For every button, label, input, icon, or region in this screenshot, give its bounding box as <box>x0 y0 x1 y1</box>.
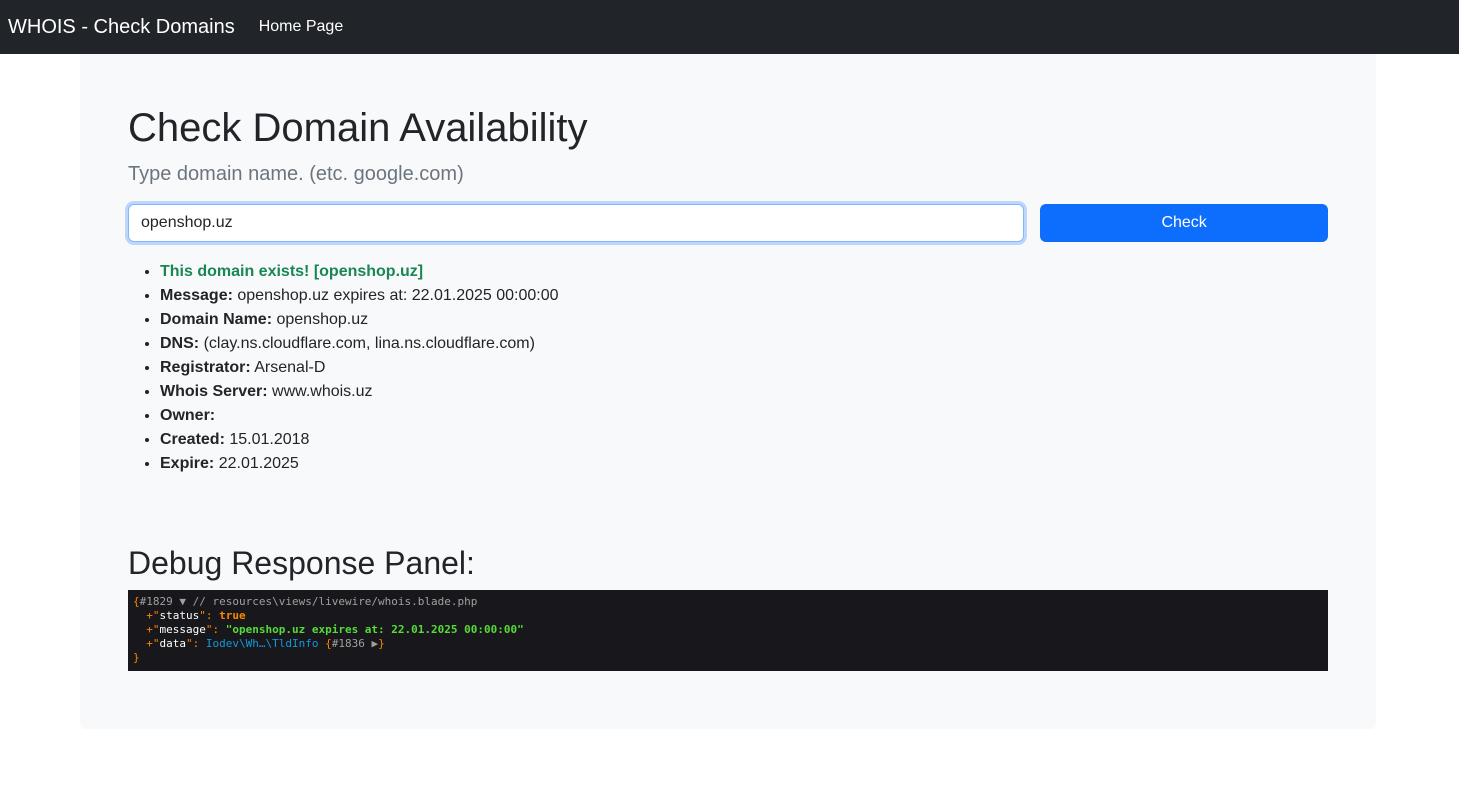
result-list: This domain exists! [openshop.uz] Messag… <box>128 260 1328 476</box>
result-status-text: This domain exists! [openshop.uz] <box>160 263 424 280</box>
result-item-expire: Expire: 22.01.2025 <box>160 452 1328 476</box>
result-value: openshop.uz expires at: 22.01.2025 00:00… <box>237 287 559 304</box>
result-item-whois-server: Whois Server: www.whois.uz <box>160 380 1328 404</box>
debug-value-message: "openshop.uz expires at: 22.01.2025 00:0… <box>225 623 524 636</box>
debug-close-brace: } <box>133 651 140 664</box>
result-label: Owner: <box>160 407 216 424</box>
debug-path-note: // resources\views/livewire/whois.blade.… <box>192 595 478 608</box>
debug-dump-panel: {#1829 ▼ // resources\views/livewire/who… <box>128 590 1328 671</box>
result-item-message: Message: openshop.uz expires at: 22.01.2… <box>160 284 1328 308</box>
debug-value-status: true <box>219 609 246 622</box>
result-value: 15.01.2018 <box>229 431 310 448</box>
result-value: 22.01.2025 <box>218 455 299 472</box>
nav-home-link[interactable]: Home Page <box>259 18 344 36</box>
debug-key-message: message <box>159 623 206 636</box>
debug-data-class: Iodev\Wh…\TldInfo <box>205 637 319 650</box>
result-item-dns: DNS: (clay.ns.cloudflare.com, lina.ns.cl… <box>160 332 1328 356</box>
result-item-created: Created: 15.01.2018 <box>160 428 1328 452</box>
debug-data-ref: #1836 <box>331 637 365 650</box>
debug-key-data: data <box>159 637 187 650</box>
result-status-item: This domain exists! [openshop.uz] <box>160 260 1328 284</box>
result-label: Message: <box>160 287 233 304</box>
result-label: Registrator: <box>160 359 251 376</box>
top-navbar: WHOIS - Check Domains Home Page <box>0 0 1459 54</box>
result-label: DNS: <box>160 335 200 352</box>
debug-open-brace: { <box>133 595 140 608</box>
debug-title: Debug Response Panel: <box>128 545 475 581</box>
result-value: (clay.ns.cloudflare.com, lina.ns.cloudfl… <box>203 335 535 352</box>
result-label: Domain Name: <box>160 311 273 328</box>
result-item-registrator: Registrator: Arsenal-D <box>160 356 1328 380</box>
main-panel: Check Domain Availability Type domain na… <box>80 54 1376 729</box>
page-subtitle: Type domain name. (etc. google.com) <box>128 163 464 185</box>
result-item-owner: Owner: <box>160 404 1328 428</box>
result-label: Created: <box>160 431 225 448</box>
result-item-domain-name: Domain Name: openshop.uz <box>160 308 1328 332</box>
result-value: Arsenal-D <box>254 359 326 376</box>
check-button[interactable]: Check <box>1040 204 1328 242</box>
result-label: Expire: <box>160 455 215 472</box>
debug-object-id: #1829 <box>139 595 173 608</box>
domain-form: Check <box>128 204 1328 242</box>
result-value: www.whois.uz <box>272 383 373 400</box>
brand-title[interactable]: WHOIS - Check Domains <box>8 16 235 39</box>
collapse-toggle-icon[interactable]: ▼ <box>179 595 186 608</box>
debug-key-status: status <box>159 609 200 622</box>
result-label: Whois Server: <box>160 383 268 400</box>
page-title: Check Domain Availability <box>128 106 588 150</box>
domain-input[interactable] <box>128 204 1025 242</box>
result-value: openshop.uz <box>276 311 369 328</box>
